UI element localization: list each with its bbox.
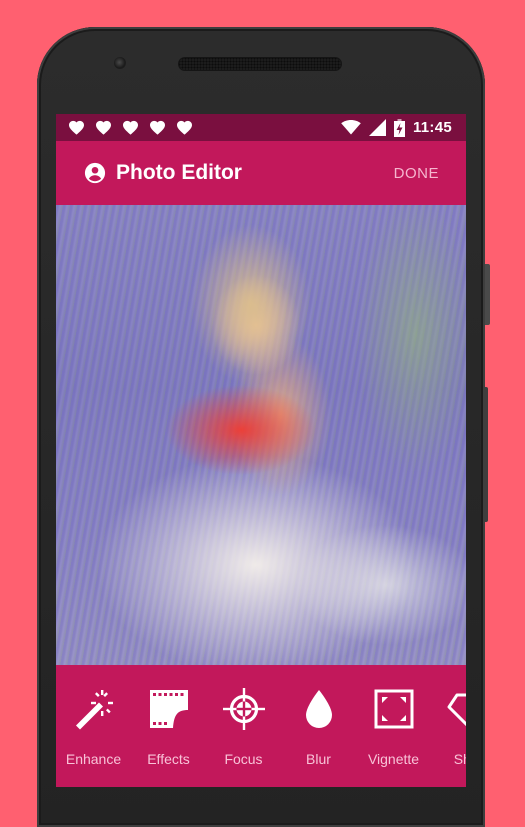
photo-canvas[interactable] [56,205,466,665]
tool-enhance[interactable]: Enhance [56,687,131,767]
status-time: 11:45 [412,119,452,136]
heart-icon [123,120,138,135]
diamond-icon [447,693,466,727]
signal-icon [368,119,386,136]
tool-label: Effects [147,751,190,767]
crosshair-icon [222,688,265,730]
power-button [485,264,490,325]
volume-button [485,387,488,522]
status-bar: 11:45 [56,114,466,141]
done-button[interactable]: DONE [394,165,439,182]
heart-icon [69,120,84,135]
tool-effects[interactable]: Effects [131,687,206,767]
magic-wand-icon [75,690,113,730]
tool-label: Enhance [65,751,122,767]
phone-screen: 11:45 Photo Editor DONE Enhance Effects … [56,114,466,787]
heart-icon [96,120,111,135]
film-strip-icon [149,690,188,728]
editing-toolbar: Enhance Effects Focus Blur Vignette S [56,665,466,787]
account-circle-icon [84,162,106,184]
heart-icon [177,120,192,135]
app-bar: Photo Editor DONE [56,141,466,205]
battery-charging-icon [393,118,405,137]
tool-blur[interactable]: Blur [281,687,356,767]
wifi-icon [341,120,361,135]
vignette-frame-icon [374,689,413,729]
app-title: Photo Editor [116,161,242,184]
tool-focus[interactable]: Focus [206,687,281,767]
tool-label: Shar [453,751,466,767]
front-camera [114,57,126,69]
tool-label: Blur [306,751,331,767]
system-status: 11:45 [341,118,452,137]
drop-icon [305,690,332,728]
tool-label: Vignette [367,751,420,767]
earpiece-speaker [178,57,342,71]
tool-sharpen[interactable]: Shar [431,687,466,767]
tool-label: Focus [224,751,263,767]
notification-icons [68,120,193,135]
heart-icon [150,120,165,135]
tool-vignette[interactable]: Vignette [356,687,431,767]
